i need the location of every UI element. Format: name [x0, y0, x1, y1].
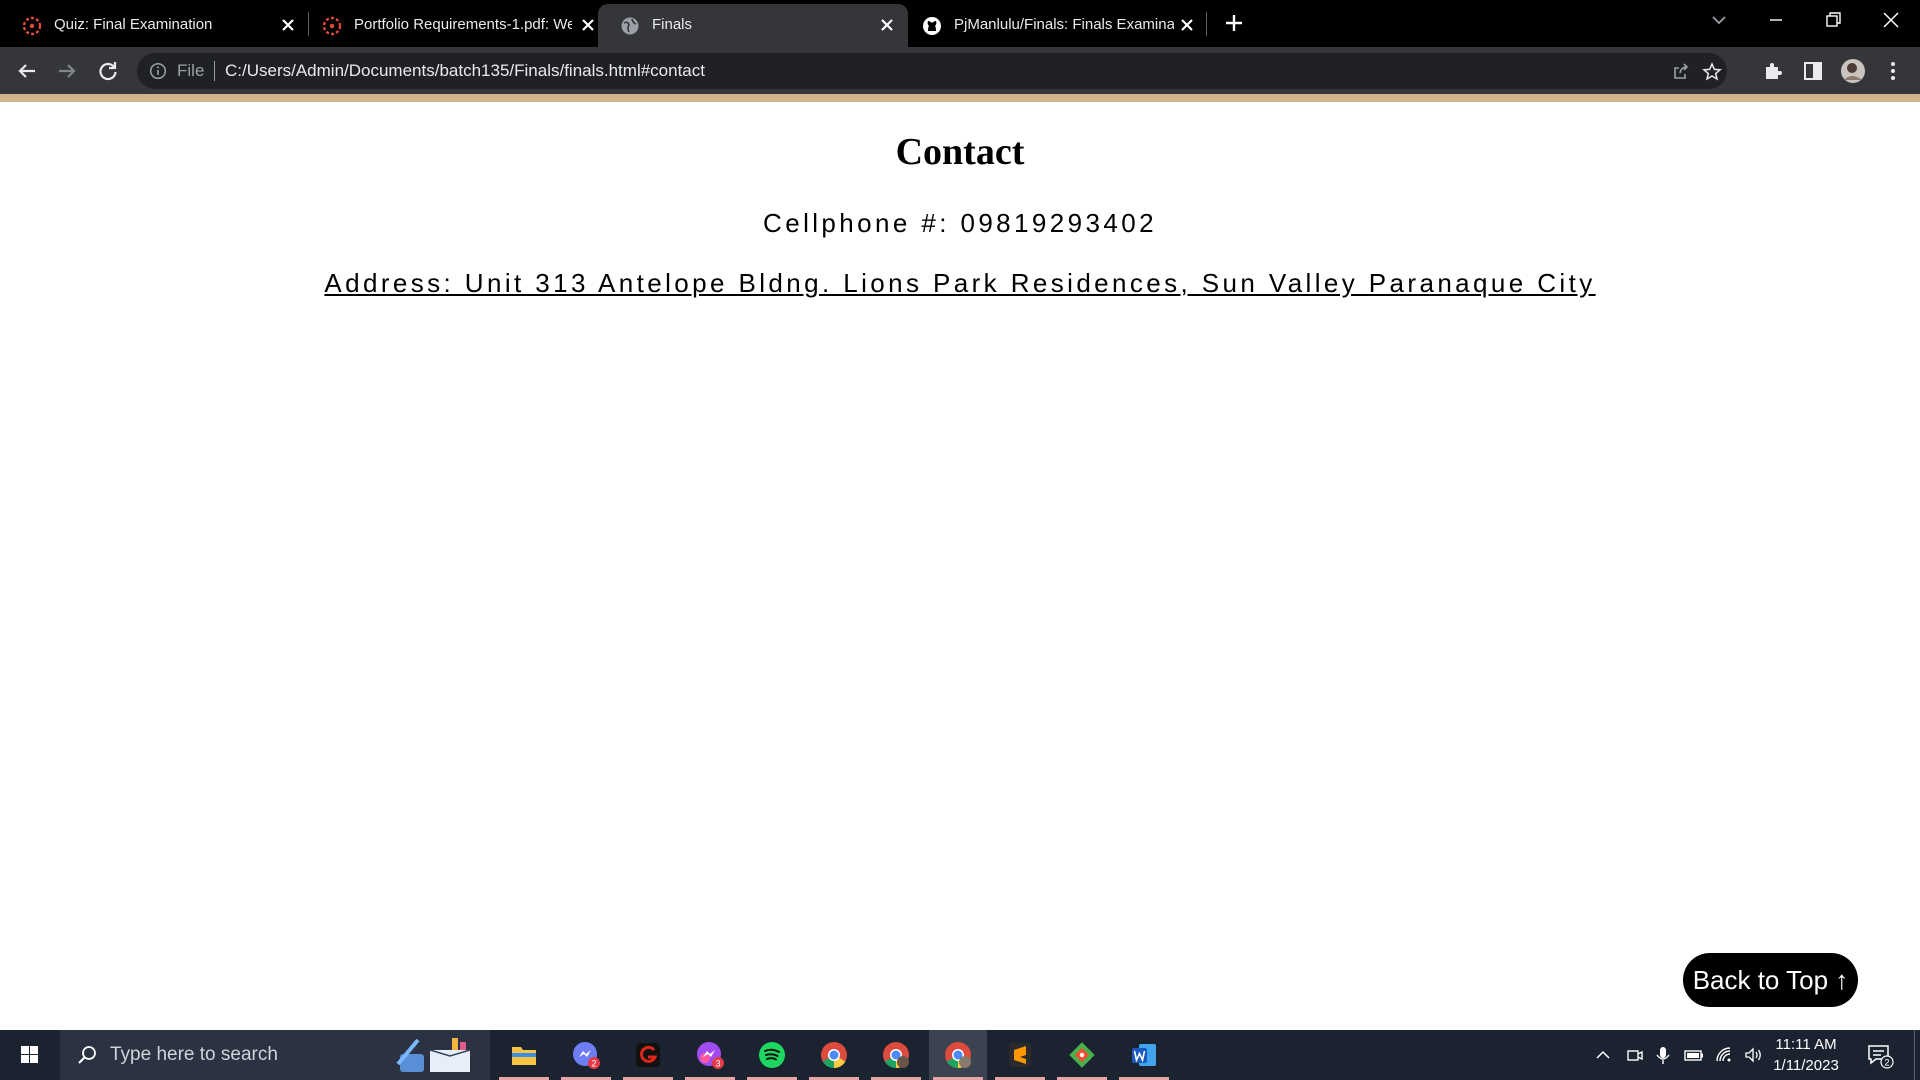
canvas-lms-icon — [22, 16, 42, 36]
globe-icon — [621, 17, 639, 35]
tab-title: Finals — [652, 16, 693, 33]
browser-tab-strip: Quiz: Final Examination Portfolio Requir… — [0, 0, 1920, 47]
chrome-profile-active-icon — [945, 1042, 971, 1069]
show-desktop-button[interactable] — [1914, 1030, 1915, 1080]
share-icon[interactable] — [1671, 62, 1691, 82]
close-tab-icon[interactable] — [578, 15, 598, 35]
windows-taskbar: Type here to search 2 3 11:11 AM 1/11/20… — [0, 1030, 1920, 1080]
system-clock[interactable]: 11:11 AM 1/11/2023 — [1770, 1034, 1842, 1076]
meet-now-icon[interactable] — [1625, 1045, 1645, 1065]
url-text[interactable]: C:/Users/Admin/Documents/batch135/Finals… — [225, 62, 705, 80]
git-icon — [1069, 1042, 1095, 1068]
forward-arrow-icon[interactable] — [53, 57, 81, 85]
back-to-top-button[interactable]: Back to Top ↑ — [1683, 953, 1858, 1007]
chrome-profile-icon — [883, 1042, 909, 1069]
clock-date: 1/11/2023 — [1773, 1057, 1839, 1074]
notifications-icon[interactable]: 2 — [1866, 1041, 1894, 1069]
file-explorer-icon — [512, 1047, 536, 1065]
chrome-icon — [821, 1042, 847, 1069]
microphone-icon[interactable] — [1653, 1045, 1673, 1065]
address-bar[interactable]: File C:/Users/Admin/Documents/batch135/F… — [137, 53, 1727, 89]
search-placeholder: Type here to search — [110, 1044, 278, 1065]
messenger-icon: 2 — [573, 1042, 600, 1069]
spotify-icon — [759, 1042, 785, 1068]
taskbar-app-sublime-text[interactable] — [991, 1030, 1049, 1080]
tab-title: Quiz: Final Examination — [54, 16, 213, 33]
notification-count: 2 — [1884, 1058, 1889, 1068]
close-tab-icon[interactable] — [1177, 15, 1197, 35]
word-icon — [1132, 1044, 1156, 1066]
cellphone-text: Cellphone #: 09819293402 — [763, 208, 1157, 238]
taskbar-app-messenger[interactable]: 2 — [557, 1030, 615, 1080]
taskbar-app-chrome-profile-2[interactable] — [867, 1030, 925, 1080]
show-hidden-icons-chevron-icon[interactable] — [1593, 1045, 1613, 1065]
taskbar-app-spotify[interactable] — [743, 1030, 801, 1080]
taskbar-app-chrome[interactable] — [805, 1030, 863, 1080]
taskbar-search-box[interactable]: Type here to search — [60, 1030, 490, 1080]
tab-portfolio-requirements[interactable]: Portfolio Requirements-1.pdf: Week — [300, 4, 598, 47]
search-highlight-illustration-icon — [396, 1038, 471, 1072]
volume-icon[interactable] — [1744, 1045, 1764, 1065]
profile-avatar[interactable] — [1839, 57, 1867, 85]
new-tab-plus-icon[interactable] — [1222, 11, 1246, 35]
address-divider — [214, 61, 215, 81]
messenger-alt-badge: 3 — [715, 1059, 720, 1069]
taskbar-app-messenger-alt[interactable]: 3 — [681, 1030, 739, 1080]
taskbar-app-chrome-profile-3[interactable] — [929, 1030, 987, 1080]
search-icon — [78, 1046, 96, 1064]
contact-heading: Contact — [895, 131, 1025, 173]
back-arrow-icon[interactable] — [13, 57, 41, 85]
close-tab-icon[interactable] — [278, 15, 298, 35]
garena-icon — [636, 1043, 660, 1067]
taskbar-app-garena[interactable] — [619, 1030, 677, 1080]
address-link[interactable]: Address: Unit 313 Antelope Bldng. Lions … — [0, 268, 1920, 298]
side-panel-icon[interactable] — [1799, 57, 1827, 85]
sublime-text-icon — [1009, 1043, 1031, 1067]
restore-icon[interactable] — [1821, 8, 1845, 32]
tab-title: Portfolio Requirements-1.pdf: Week — [354, 16, 572, 33]
page-content: Contact Cellphone #: 09819293402 Address… — [0, 102, 1920, 1030]
page-header-accent-bar — [0, 94, 1920, 102]
tab-finals[interactable]: Finals — [598, 4, 908, 47]
url-scheme-label: File — [177, 61, 205, 80]
windows-start-icon[interactable] — [0, 1030, 60, 1080]
close-tab-icon[interactable] — [877, 15, 897, 35]
tab-title: PjManlulu/Finals: Finals Examination — [954, 16, 1174, 33]
extensions-puzzle-icon[interactable] — [1759, 57, 1787, 85]
battery-icon[interactable] — [1684, 1045, 1704, 1065]
more-menu-icon[interactable] — [1879, 57, 1907, 85]
taskbar-app-file-explorer[interactable] — [495, 1030, 553, 1080]
reload-icon[interactable] — [94, 57, 122, 85]
github-icon — [923, 17, 941, 35]
minimize-icon[interactable] — [1764, 8, 1788, 32]
tab-quiz-final-examination[interactable]: Quiz: Final Examination — [0, 4, 300, 47]
messenger-gradient-icon: 3 — [697, 1042, 724, 1069]
messenger-badge: 2 — [591, 1059, 596, 1069]
clock-time: 11:11 AM — [1775, 1036, 1837, 1053]
taskbar-app-git[interactable] — [1053, 1030, 1111, 1080]
tab-github-finals[interactable]: PjManlulu/Finals: Finals Examination — [900, 4, 1200, 47]
taskbar-app-word[interactable] — [1115, 1030, 1173, 1080]
canvas-lms-icon — [322, 16, 342, 36]
site-info-icon[interactable] — [149, 62, 167, 80]
browser-toolbar: File C:/Users/Admin/Documents/batch135/F… — [0, 47, 1920, 94]
tab-divider — [1206, 12, 1207, 36]
bookmark-star-icon[interactable] — [1702, 62, 1722, 82]
tab-search-chevron-icon[interactable] — [1707, 8, 1731, 32]
wifi-icon[interactable] — [1714, 1045, 1734, 1065]
close-window-icon[interactable] — [1879, 8, 1903, 32]
